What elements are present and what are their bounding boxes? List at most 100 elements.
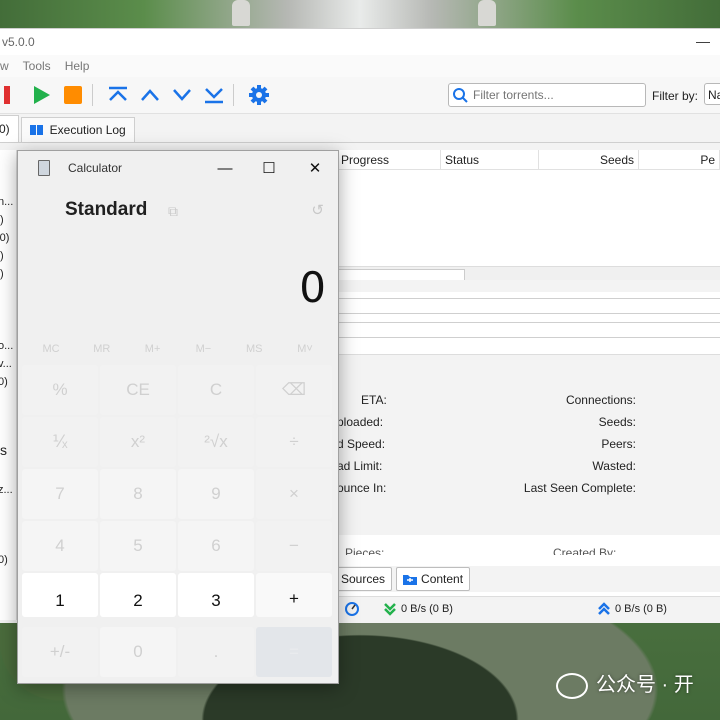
digit-1-button[interactable]: 1 <box>22 573 98 617</box>
memory-recall-button[interactable]: MR <box>77 337 127 361</box>
wallpaper-top-strip <box>0 0 720 28</box>
memory-add-button[interactable]: M+ <box>128 337 178 361</box>
digit-6-button[interactable]: 6 <box>178 521 254 571</box>
memory-subtract-button[interactable]: M− <box>178 337 228 361</box>
memory-list-button[interactable]: M˅ <box>280 337 330 361</box>
close-button[interactable]: ✕ <box>292 151 338 185</box>
upload-speed[interactable]: 0 B/s (0 B) <box>597 602 667 616</box>
minimize-button[interactable]: — <box>696 33 710 49</box>
availability-bar-row <box>337 322 720 338</box>
sidebar-item[interactable]: n... <box>0 196 13 208</box>
tab-execution-log[interactable]: Execution Log <box>20 117 135 142</box>
equals-button[interactable]: = <box>256 627 332 677</box>
torrent-list-pane: Progress Status Seeds Pe ETA: ploaded: d… <box>335 150 720 620</box>
digit-9-button[interactable]: 9 <box>178 469 254 519</box>
stop-button[interactable] <box>60 82 86 108</box>
digit-5-button[interactable]: 5 <box>100 521 176 571</box>
digit-4-button[interactable]: 4 <box>22 521 98 571</box>
column-seeds[interactable]: Seeds <box>539 150 639 170</box>
gear-icon <box>249 85 269 105</box>
minimize-button[interactable]: — <box>202 151 248 185</box>
prop-uploaded-label: ploaded: <box>337 415 384 429</box>
prop-created-by-label: Created By: <box>553 546 617 555</box>
column-status[interactable]: Status <box>441 150 539 170</box>
keep-on-top-icon[interactable]: ⧉ <box>168 203 178 220</box>
tab-label: Content <box>421 572 464 586</box>
decimal-button[interactable]: . <box>178 627 254 677</box>
square-button[interactable]: x² <box>100 417 176 467</box>
backspace-button[interactable]: ⌫ <box>256 365 332 415</box>
column-label: Status <box>445 153 480 167</box>
tab-content[interactable]: Content <box>396 567 471 591</box>
maximize-button[interactable]: ☐ <box>246 151 292 185</box>
filter-torrents-box[interactable] <box>448 83 646 107</box>
sidebar-item[interactable]: ) <box>0 250 4 262</box>
plus-button[interactable]: + <box>256 573 332 617</box>
sidebar-item[interactable]: o... <box>0 340 13 352</box>
multiply-button[interactable]: × <box>256 469 332 519</box>
filter-torrents-input[interactable] <box>471 87 645 103</box>
column-label: Progress <box>341 153 390 167</box>
tab-transfers-label: 0) <box>0 122 10 136</box>
sidebar-item[interactable]: z... <box>0 484 13 496</box>
digit-0-button[interactable]: 0 <box>100 627 176 677</box>
negate-button[interactable]: +/- <box>22 627 98 677</box>
sidebar-item[interactable]: 0) <box>0 554 8 566</box>
move-up-button[interactable] <box>137 82 163 108</box>
digit-2-button[interactable]: 2 <box>100 573 176 617</box>
clear-entry-button[interactable]: CE <box>100 365 176 415</box>
move-bottom-button[interactable] <box>201 82 227 108</box>
menu-tools[interactable]: Tools <box>23 59 51 73</box>
sidebar-item[interactable]: v... <box>0 358 12 370</box>
move-down-button[interactable] <box>169 82 195 108</box>
statue-decoration <box>232 0 250 26</box>
wechat-icon <box>556 672 588 699</box>
percent-button[interactable]: % <box>22 365 98 415</box>
divide-button[interactable]: ÷ <box>256 417 332 467</box>
stop-icon <box>64 86 82 104</box>
download-speed-value: 0 B/s (0 B) <box>401 603 453 615</box>
play-icon <box>34 86 50 104</box>
sidebar-item[interactable]: ) <box>0 214 4 226</box>
calculator-window: Calculator — ☐ ✕ Standard ⧉ ↺ 0 MC MR M+… <box>17 150 339 684</box>
options-button[interactable] <box>246 82 272 108</box>
horizontal-scrollbar[interactable] <box>337 266 720 281</box>
menu-help[interactable]: Help <box>65 59 90 73</box>
menu-view[interactable]: w <box>0 59 9 73</box>
column-peers[interactable]: Pe <box>639 150 720 170</box>
column-progress[interactable]: Progress <box>337 150 441 170</box>
minus-button[interactable]: − <box>256 521 332 571</box>
square-root-button[interactable]: ²√x <box>178 417 254 467</box>
sidebar-item[interactable]: 0) <box>0 376 8 388</box>
watermark: 公众号 · 开 <box>556 668 694 699</box>
tab-execution-log-label: Execution Log <box>49 123 126 137</box>
pane-splitter[interactable] <box>337 280 720 292</box>
download-speed[interactable]: 0 B/s (0 B) <box>383 602 453 616</box>
digit-8-button[interactable]: 8 <box>100 469 176 519</box>
delete-icon <box>4 86 10 104</box>
filter-by-select[interactable]: Na <box>704 83 720 105</box>
sidebar-item[interactable]: ) <box>0 268 4 280</box>
digit-7-button[interactable]: 7 <box>22 469 98 519</box>
tab-transfers[interactable]: 0) <box>0 115 19 142</box>
sidebar-item[interactable]: (0) <box>0 232 9 244</box>
memory-clear-button[interactable]: MC <box>26 337 76 361</box>
memory-store-button[interactable]: MS <box>229 337 279 361</box>
resume-button[interactable] <box>28 82 54 108</box>
search-icon <box>453 88 468 103</box>
digit-3-button[interactable]: 3 <box>178 573 254 617</box>
delete-torrent-button[interactable] <box>0 82 22 108</box>
prop-limit-label: ad Limit: <box>337 459 383 473</box>
move-top-button[interactable] <box>105 82 131 108</box>
properties-panel: ETA: ploaded: d Speed: ad Limit: ounce I… <box>337 354 720 535</box>
progress-bar-row <box>337 298 720 314</box>
dht-status[interactable] <box>345 602 359 616</box>
reciprocal-button[interactable]: ⅟ₓ <box>22 417 98 467</box>
history-icon[interactable]: ↺ <box>311 201 324 219</box>
tab-http-sources[interactable]: Sources <box>335 567 393 591</box>
upload-arrows-icon <box>598 602 610 615</box>
window-titlebar: v5.0.0 — <box>0 29 720 55</box>
clear-button[interactable]: C <box>178 365 254 415</box>
folder-icon <box>403 575 418 585</box>
main-tab-row: 0) Execution Log <box>0 114 720 143</box>
